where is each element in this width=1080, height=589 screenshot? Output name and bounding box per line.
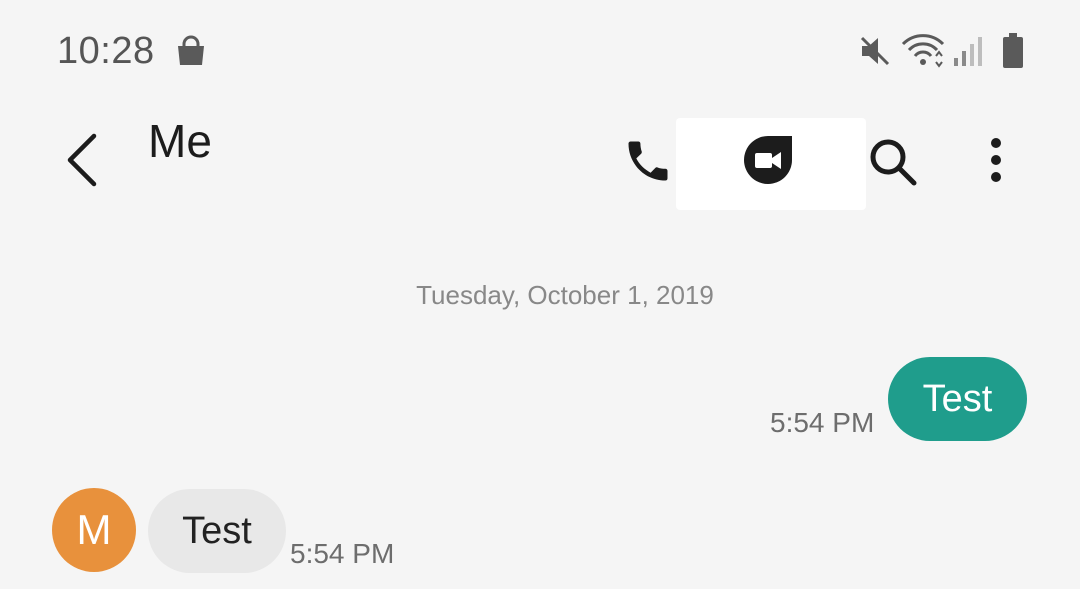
sent-message-time: 5:54 PM [770,407,875,438]
received-message-bubble[interactable]: Test [148,489,286,573]
signal-icon [954,37,982,66]
messaging-screen: 10:28 Me Tuesday, October 1, 2019 5:54 P… [0,0,1080,589]
received-message-time: 5:54 PM [290,538,395,569]
more-options-icon[interactable] [984,136,1008,184]
mute-icon [860,36,890,66]
battery-icon [1003,33,1023,68]
status-bar: 10:28 [0,0,1080,100]
shopping-bag-icon [178,35,204,65]
status-time: 10:28 [57,30,155,72]
date-separator: Tuesday, October 1, 2019 [416,280,714,310]
phone-icon[interactable] [622,135,674,187]
search-icon[interactable] [867,136,919,188]
sent-message-bubble[interactable]: Test [888,357,1027,441]
avatar[interactable]: M [52,488,136,572]
wifi-icon [901,34,945,68]
back-icon[interactable] [62,132,104,188]
contact-title: Me [148,115,212,167]
video-call-icon[interactable] [742,134,794,186]
